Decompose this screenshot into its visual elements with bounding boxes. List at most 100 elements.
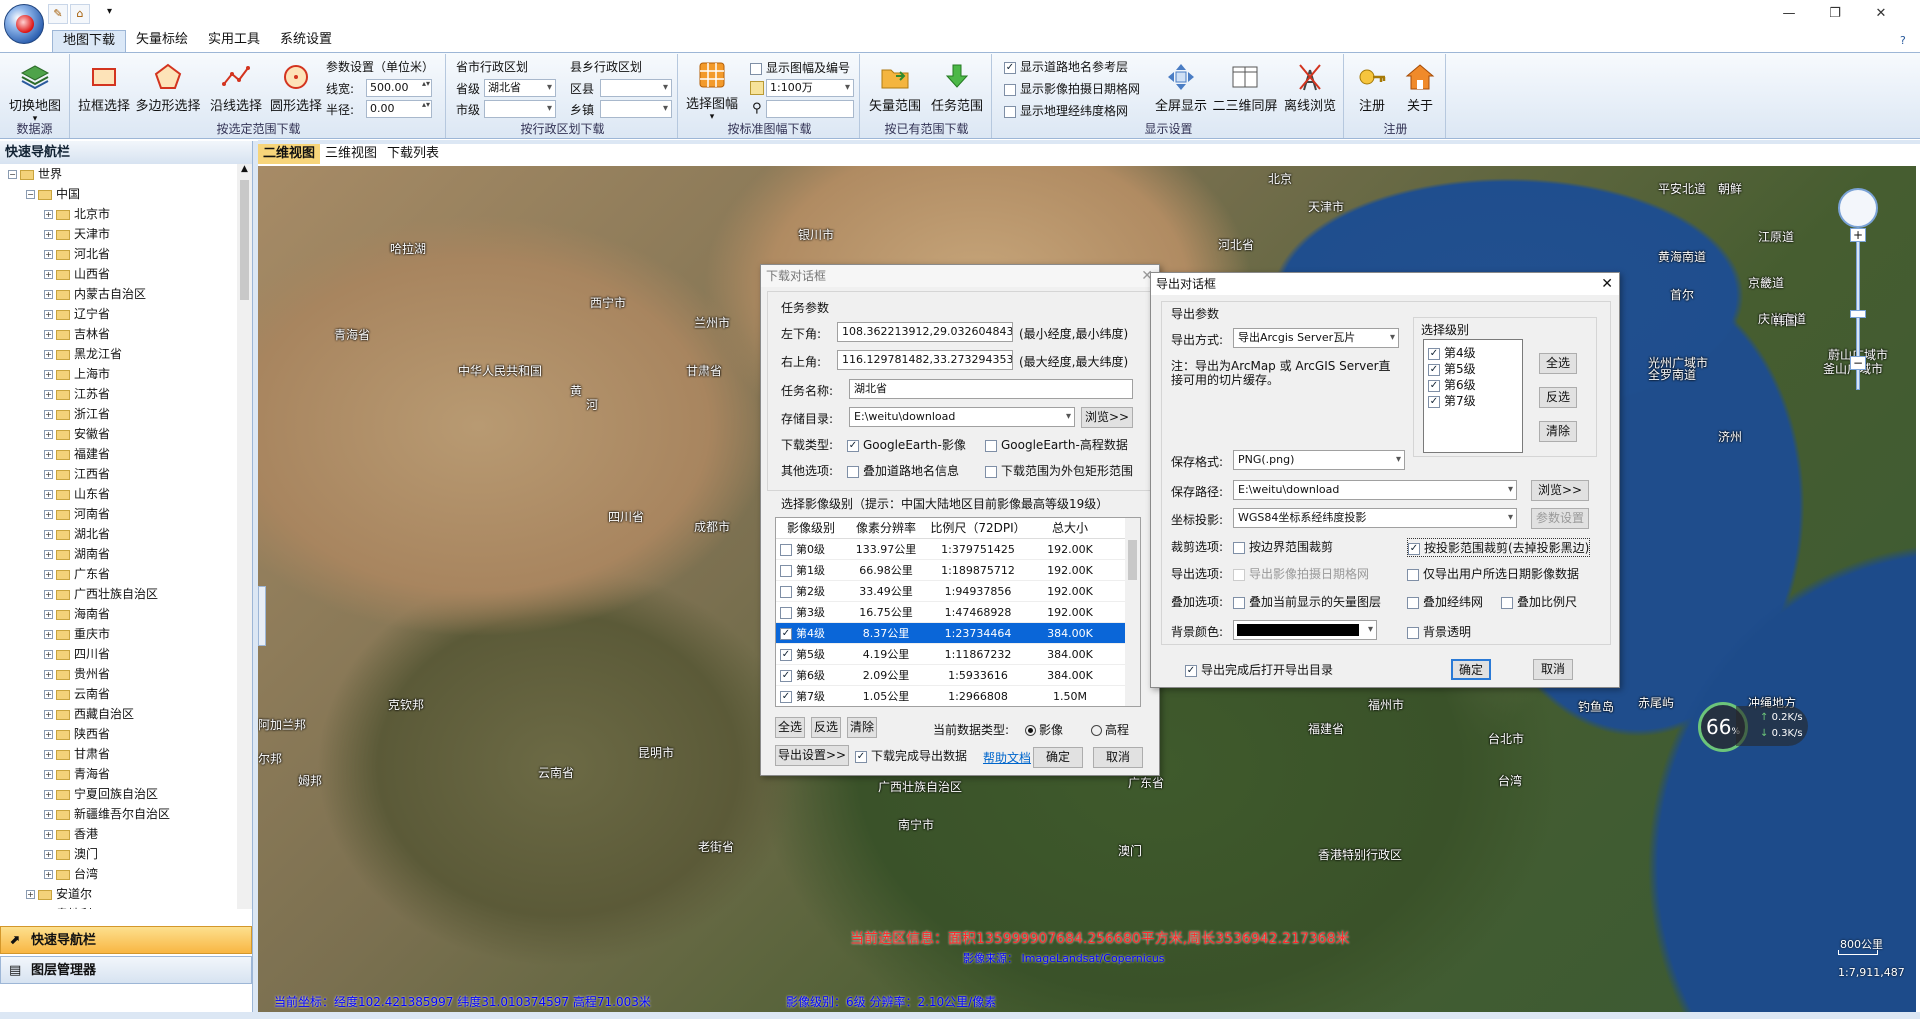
radio-imagery-dot[interactable] [1025,725,1036,736]
expand-icon[interactable]: + [44,550,53,559]
export-settings-button[interactable]: 导出设置>> [775,745,849,766]
tree-item-province[interactable]: + 云南省 [0,684,236,704]
level-cell[interactable]: 第2级 [776,581,846,601]
city-select[interactable] [484,100,556,118]
zoom-out-icon[interactable]: − [1850,356,1866,370]
level-checkbox[interactable]: ✓ [780,691,792,703]
tree-item-province[interactable]: + 香港 [0,824,236,844]
grid-invert-button[interactable]: 反选 [811,717,841,738]
tree-item-province[interactable]: + 辽宁省 [0,304,236,324]
tree-item-country[interactable]: + 安道尔 [0,884,236,904]
expand-icon[interactable]: + [44,210,53,219]
tree-item-province[interactable]: + 河北省 [0,244,236,264]
download-cancel-button[interactable]: 取消 [1093,747,1143,768]
export-user-date-checkbox[interactable] [1407,568,1419,581]
nav-quick-button[interactable]: ⬈ 快速导航栏 [0,926,252,954]
linewidth-input[interactable]: 500.00 [366,79,432,97]
type-elevation-check[interactable]: GoogleEarth-高程数据 [985,436,1128,453]
vector-range-button[interactable]: 矢量范围 [866,62,924,114]
town-select[interactable] [600,100,672,118]
about-button[interactable]: 关于 [1398,62,1442,114]
export-invert-button[interactable]: 反选 [1539,387,1577,408]
radio-elevation-dot[interactable] [1091,725,1102,736]
export-date-grid-check[interactable]: 导出影像拍摄日期格网 [1233,565,1369,582]
export-level-7[interactable]: ✓ 第7级 [1428,392,1476,409]
restore-icon[interactable]: ❐ [1812,0,1858,30]
map-collapse-handle[interactable] [258,586,266,646]
expand-icon[interactable]: + [26,890,35,899]
level-checkbox[interactable]: ✓ [780,670,792,682]
tree-item-province[interactable]: + 新疆维吾尔自治区 [0,804,236,824]
tree-item-province[interactable]: + 天津市 [0,224,236,244]
tree-item-province[interactable]: + 内蒙古自治区 [0,284,236,304]
export-level-6[interactable]: ✓ 第6级 [1428,376,1476,393]
expand-icon[interactable]: + [44,730,53,739]
bg-transparent-checkbox[interactable] [1407,626,1419,639]
clip-boundary-check[interactable]: 按边界范围裁剪 [1233,538,1333,555]
bg-transparent-check[interactable]: 背景透明 [1407,623,1471,640]
expand-icon[interactable]: + [44,570,53,579]
level-row[interactable]: ✓ 第5级 4.19公里 1:11867232 384.00K [776,644,1140,665]
expand-icon[interactable]: + [44,610,53,619]
nav-layer-button[interactable]: ▤ 图层管理器 [0,956,252,984]
search-icon[interactable]: ⚲ [752,101,762,116]
tree-item-province[interactable]: + 澳门 [0,844,236,864]
clip-projection-check[interactable]: ✓ 按投影范围裁剪(去掉投影黑边) [1407,538,1591,557]
register-button[interactable]: 注册 [1350,62,1394,114]
tree-item-world[interactable]: − 世界 [0,164,236,184]
tree-item-province[interactable]: + 湖南省 [0,544,236,564]
save-format-select[interactable]: PNG(.png) [1233,450,1405,470]
export-select-all-button[interactable]: 全选 [1539,353,1577,374]
type-imagery-checkbox[interactable]: ✓ [847,439,859,452]
level-cell[interactable]: ✓ 第6级 [776,665,846,685]
expand-icon[interactable]: + [44,690,53,699]
level-cell[interactable]: 第1级 [776,560,846,580]
level-cell[interactable]: 第3级 [776,602,846,622]
expand-icon[interactable]: + [44,530,53,539]
expand-icon[interactable]: + [44,330,53,339]
expand-icon[interactable]: + [44,250,53,259]
expand-icon[interactable]: + [44,390,53,399]
road-layer-checkbox[interactable]: ✓ [1004,61,1016,74]
grid-select-all-button[interactable]: 全选 [775,717,805,738]
check-latlon-grid[interactable]: 显示地理经纬度格网 [1004,102,1128,119]
fullscreen-button[interactable]: 全屏显示 [1152,62,1210,114]
show-sheet-check[interactable]: 显示图幅及编号 [750,59,850,76]
tree-item-province[interactable]: + 贵州省 [0,664,236,684]
tree-item-province[interactable]: + 台湾 [0,864,236,884]
expand-icon[interactable]: + [44,470,53,479]
expand-icon[interactable]: + [44,450,53,459]
tree-item-province[interactable]: + 吉林省 [0,324,236,344]
overlay-vector-checkbox[interactable] [1233,596,1245,609]
polygon-select-button[interactable]: 多边形选择 [134,62,202,114]
app-menu-button[interactable] [4,4,44,44]
expand-icon[interactable]: + [44,770,53,779]
tab-2d-view[interactable]: 二维视图 [258,144,321,164]
sidebar-scrollbar[interactable]: ▲ [237,164,252,909]
level-cell[interactable]: ✓ 第4级 [776,623,846,643]
task-range-button[interactable]: 任务范围 [928,62,986,114]
level-checkbox[interactable] [780,586,792,598]
tab-tools[interactable]: 实用工具 [198,30,270,52]
tree-item-country[interactable]: +奥地利 [0,904,236,909]
tree-item-province[interactable]: + 海南省 [0,604,236,624]
type-imagery-check[interactable]: ✓ GoogleEarth-影像 [847,436,966,453]
expand-icon[interactable]: + [44,870,53,879]
level-checkbox[interactable] [780,544,792,556]
tree-item-province[interactable]: + 山东省 [0,484,236,504]
help-icon[interactable]: ? [1900,34,1906,47]
export-cancel-button[interactable]: 取消 [1533,659,1573,680]
home-icon[interactable]: ⌂ [70,4,90,24]
expand-icon[interactable]: + [44,270,53,279]
export-level-4-checkbox[interactable]: ✓ [1428,347,1440,360]
tree-item-province[interactable]: + 陕西省 [0,724,236,744]
expand-icon[interactable]: + [44,710,53,719]
expand-icon[interactable]: + [44,670,53,679]
tree-item-province[interactable]: + 宁夏回族自治区 [0,784,236,804]
task-name-input[interactable]: 湖北省 [849,379,1133,399]
level-row[interactable]: 第0级 133.97公里 1:379751425 192.00K [776,539,1140,560]
expand-icon[interactable]: + [44,490,53,499]
tree-item-province[interactable]: + 浙江省 [0,404,236,424]
expand-icon[interactable]: − [8,170,17,179]
tree-item-province[interactable]: + 重庆市 [0,624,236,644]
